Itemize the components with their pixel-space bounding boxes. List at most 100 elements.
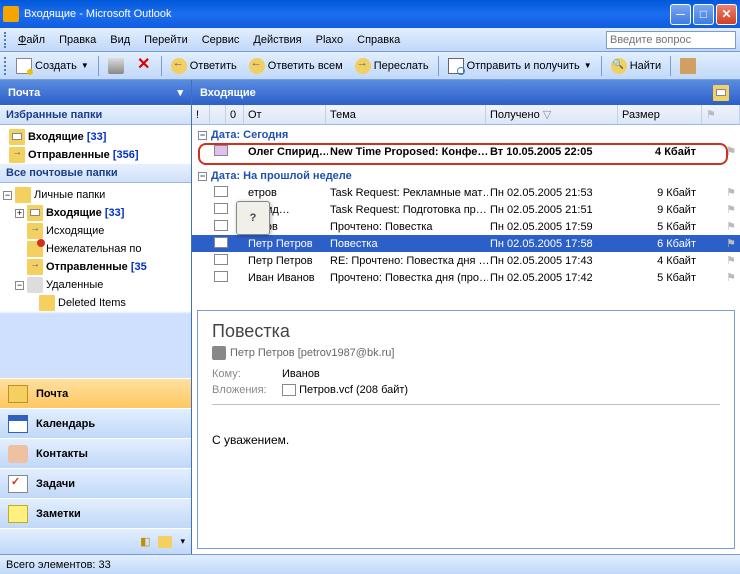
preview-attachments: Вложения: Петров.vcf (208 байт)	[212, 384, 720, 396]
folders-icon[interactable]	[158, 536, 172, 548]
list-item[interactable]: етровTask Request: Рекламные мат…Пн 02.0…	[192, 184, 740, 201]
collapse-icon[interactable]: −	[198, 131, 207, 140]
maximize-button[interactable]: □	[693, 4, 714, 25]
fav-section-header: Избранные папки	[0, 105, 191, 125]
message-list: −Дата: Сегодня Олег Спирид… New Time Pro…	[192, 125, 740, 305]
meeting-icon	[214, 145, 228, 156]
nav-calendar[interactable]: Календарь	[0, 408, 191, 438]
delete-button[interactable]: ✕	[131, 55, 157, 77]
fav-sent[interactable]: Отправленные [356]	[3, 146, 188, 163]
expand-icon[interactable]: +	[15, 209, 24, 218]
mail-icon	[8, 385, 28, 403]
mail-icon	[214, 186, 228, 197]
sent-icon	[9, 147, 25, 163]
col-received[interactable]: Получено ▽	[486, 105, 618, 124]
list-header: Входящие	[192, 80, 740, 105]
col-importance[interactable]: !	[192, 105, 210, 124]
collapse-icon[interactable]: −	[3, 191, 12, 200]
help-marker: ?	[236, 201, 270, 235]
col-icon[interactable]	[210, 105, 226, 124]
menu-plaxo[interactable]: Plaxo	[309, 32, 351, 48]
addressbook-button[interactable]	[675, 55, 701, 77]
list-item[interactable]: Олег Спирид… New Time Proposed: Конфе… В…	[192, 143, 740, 160]
tree-deleted-items[interactable]: Deleted Items	[3, 294, 188, 311]
chevron-icon[interactable]: ▾	[180, 536, 185, 547]
mail-icon	[214, 271, 228, 282]
col-subject[interactable]: Тема	[326, 105, 486, 124]
print-button[interactable]	[103, 55, 129, 77]
menu-file[interactable]: Файл	[11, 32, 52, 48]
app-icon	[3, 6, 19, 22]
calendar-icon	[8, 415, 28, 433]
col-size[interactable]: Размер	[618, 105, 702, 124]
col-attach[interactable]: 0	[226, 105, 244, 124]
shortcuts-icon[interactable]: ◧	[140, 535, 150, 548]
preview-body: С уважением.	[212, 433, 720, 447]
sendreceive-button[interactable]: Отправить и получить▼	[443, 55, 597, 77]
menu-edit[interactable]: Правка	[52, 32, 103, 48]
menu-view[interactable]: Вид	[103, 32, 137, 48]
menu-tools[interactable]: Сервис	[195, 32, 247, 48]
nav-tasks[interactable]: Задачи	[0, 468, 191, 498]
chevron-icon[interactable]: ▾	[177, 86, 183, 99]
statusbar: Всего элементов: 33	[0, 554, 740, 574]
collapse-icon[interactable]: −	[15, 281, 24, 290]
nav-overflow: ◧ ▾	[0, 528, 191, 554]
tasks-icon	[8, 475, 28, 493]
collapse-icon[interactable]: −	[198, 172, 207, 181]
mail-icon	[214, 220, 228, 231]
nav-notes[interactable]: Заметки	[0, 498, 191, 528]
tree-root[interactable]: −Личные папки	[3, 186, 188, 204]
group-lastweek[interactable]: −Дата: На прошлой неделе	[192, 166, 740, 184]
replyall-button[interactable]: Ответить всем	[244, 55, 348, 77]
sendreceive-icon	[448, 58, 464, 74]
delete-icon: ✕	[136, 58, 152, 74]
menu-help[interactable]: Справка	[350, 32, 407, 48]
inbox-icon	[27, 205, 43, 221]
create-button[interactable]: Создать▼	[11, 55, 94, 77]
help-search-input[interactable]	[606, 31, 736, 49]
notes-icon	[8, 505, 28, 523]
book-icon	[680, 58, 696, 74]
group-today[interactable]: −Дата: Сегодня	[192, 125, 740, 143]
col-from[interactable]: От	[244, 105, 326, 124]
find-button[interactable]: Найти	[606, 55, 666, 77]
grip-icon	[4, 32, 7, 48]
menu-go[interactable]: Перейти	[137, 32, 195, 48]
list-item[interactable]: вановПрочтено: ПовесткаПн 02.05.2005 17:…	[192, 218, 740, 235]
mail-icon	[214, 203, 228, 214]
junk-icon	[27, 241, 43, 257]
forward-icon	[355, 58, 371, 74]
tree-junk[interactable]: Нежелательная по	[3, 240, 188, 258]
menu-actions[interactable]: Действия	[246, 32, 308, 48]
all-section-header: Все почтовые папки	[0, 163, 191, 183]
forward-button[interactable]: Переслать	[350, 55, 434, 77]
tree-sent[interactable]: Отправленные [35	[3, 258, 188, 276]
content-pane: Входящие ! 0 От Тема Получено ▽ Размер ⚑…	[192, 80, 740, 554]
list-item[interactable]: пирид…Task Request: Подготовка пр…Пн 02.…	[192, 201, 740, 218]
tree-deleted[interactable]: −Удаленные	[3, 276, 188, 294]
tree-inbox[interactable]: +Входящие [33]	[3, 204, 188, 222]
tree-outbox[interactable]: Исходящие	[3, 222, 188, 240]
grip-icon	[4, 57, 7, 75]
nav-mail[interactable]: Почта	[0, 378, 191, 408]
find-icon	[611, 58, 627, 74]
trash-icon	[27, 277, 43, 293]
list-item[interactable]: Петр ПетровRE: Прочтено: Повестка дня …П…	[192, 252, 740, 269]
minimize-button[interactable]: ─	[670, 4, 691, 25]
print-icon	[108, 58, 124, 74]
reply-button[interactable]: Ответить	[166, 55, 242, 77]
titlebar: Входящие - Microsoft Outlook ─ □ ✕	[0, 0, 740, 28]
close-button[interactable]: ✕	[716, 4, 737, 25]
preview-to: Кому:Иванов	[212, 368, 720, 380]
list-item[interactable]: Иван ИвановПрочтено: Повестка дня (про…П…	[192, 269, 740, 286]
preview-subject: Повестка	[212, 321, 720, 342]
fav-inbox[interactable]: Входящие [33]	[3, 128, 188, 146]
col-flag[interactable]: ⚑	[702, 105, 740, 124]
vcard-icon	[282, 384, 296, 396]
inbox-icon	[9, 129, 25, 145]
toolbar: Создать▼ ✕ Ответить Ответить всем Пересл…	[0, 52, 740, 80]
list-item[interactable]: Петр ПетровПовесткаПн 02.05.2005 17:586 …	[192, 235, 740, 252]
mail-icon	[214, 237, 228, 248]
nav-contacts[interactable]: Контакты	[0, 438, 191, 468]
